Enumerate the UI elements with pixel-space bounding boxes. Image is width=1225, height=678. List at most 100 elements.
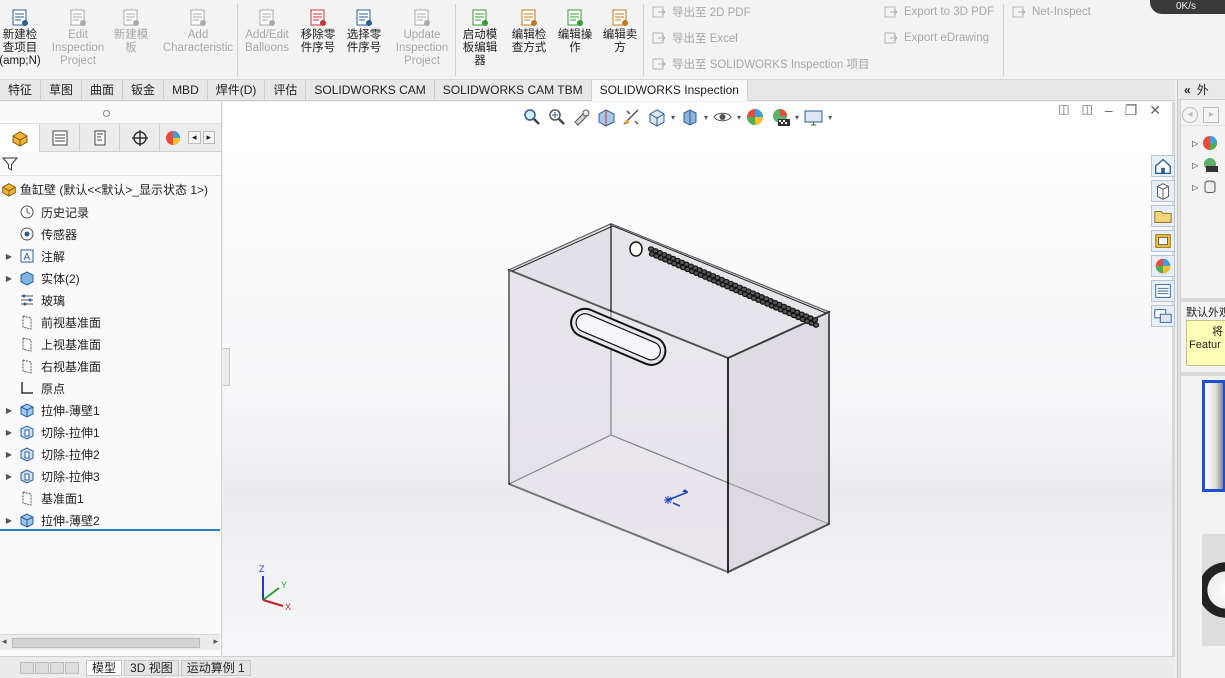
expand-arrow-icon[interactable]: ▶ bbox=[0, 450, 18, 459]
command-tab-2[interactable]: 曲面 bbox=[82, 80, 124, 101]
tab-scroll-left-button[interactable]: ◂ bbox=[188, 131, 201, 144]
task-pane-scrollbar[interactable] bbox=[1178, 100, 1181, 678]
scene-folder-item[interactable]: ▷ bbox=[1192, 154, 1225, 176]
extrude-icon bbox=[20, 403, 34, 418]
tree-item[interactable]: 玻璃 bbox=[0, 289, 65, 311]
tree-item-label: 切除-拉伸1 bbox=[41, 425, 100, 440]
ribbon-button-11[interactable]: 编辑卖方 bbox=[598, 8, 642, 76]
export-command-col1-0[interactable]: 导出至 2D PDF bbox=[652, 2, 751, 22]
graphics-area[interactable]: ▾ ▾ ▾ ▾ ▾ ◫ ◫ – ❐ ✕ Z Y X bbox=[223, 102, 1175, 656]
tree-item[interactable]: 历史记录 bbox=[0, 201, 89, 223]
first-tab-arrow-icon[interactable] bbox=[20, 661, 34, 674]
tree-item[interactable]: 右视基准面 bbox=[0, 355, 101, 377]
file-explorer-icon[interactable] bbox=[1151, 205, 1175, 227]
tree-item[interactable]: ▶ 切除-拉伸3 bbox=[0, 465, 100, 487]
command-tab-5[interactable]: 焊件(D) bbox=[208, 80, 266, 101]
export-command-col3-0[interactable]: Net-Inspect bbox=[1012, 2, 1091, 22]
appearance-thumbnail[interactable] bbox=[1202, 534, 1225, 646]
ribbon-button-2[interactable]: 新建模板 bbox=[106, 8, 156, 76]
ribbon-button-6[interactable]: 选择零 件序号 bbox=[340, 8, 388, 76]
command-tab-4[interactable]: MBD bbox=[164, 80, 208, 101]
decal-folder-item[interactable]: ▷ bbox=[1192, 176, 1225, 198]
tree-item[interactable]: ▶ 实体(2) bbox=[0, 267, 80, 289]
command-tab-8[interactable]: SOLIDWORKS CAM TBM bbox=[435, 80, 592, 101]
tree-item[interactable]: ▶ A 注解 bbox=[0, 245, 65, 267]
ribbon-button-0[interactable]: 新建检 查项目 (amp;N) bbox=[0, 8, 41, 76]
rollback-bar[interactable] bbox=[0, 529, 220, 531]
export-command-col2-0[interactable]: Export to 3D PDF bbox=[884, 2, 994, 22]
tree-item[interactable]: 传感器 bbox=[0, 223, 77, 245]
tree-item-label: 拉伸-薄壁1 bbox=[41, 403, 100, 418]
ribbon-button-1[interactable]: Edit Inspection Project bbox=[50, 8, 106, 76]
prev-tab-arrow-icon[interactable] bbox=[35, 661, 49, 674]
feature-manager-tab[interactable] bbox=[0, 124, 40, 152]
appearance-folder-item[interactable]: ▷ bbox=[1192, 132, 1225, 154]
export-command-col1-1[interactable]: 导出至 Excel bbox=[652, 28, 738, 48]
tree-item[interactable]: 基准面1 bbox=[0, 487, 84, 509]
tree-item[interactable]: 上视基准面 bbox=[0, 333, 101, 355]
forward-icon[interactable]: ▸ bbox=[1203, 107, 1220, 123]
solidworks-resources-icon[interactable] bbox=[1151, 155, 1175, 177]
custom-properties-icon[interactable] bbox=[1151, 280, 1175, 302]
export-command-col2-1[interactable]: Export eDrawing bbox=[884, 28, 989, 48]
tree-item[interactable]: ▶ 拉伸-薄壁2 bbox=[0, 509, 100, 531]
view-palette-icon[interactable] bbox=[1151, 230, 1175, 252]
tree-item[interactable]: ▶ 切除-拉伸2 bbox=[0, 443, 100, 465]
scroll-left-arrow-icon[interactable]: ◂ bbox=[2, 636, 7, 647]
bottom-tab-0[interactable]: 模型 bbox=[86, 659, 123, 676]
tab-scroll-right-button[interactable]: ▸ bbox=[202, 131, 216, 144]
display-manager-tab[interactable] bbox=[160, 124, 186, 152]
collapse-pane-icon[interactable]: « bbox=[1184, 83, 1191, 97]
property-manager-tab[interactable] bbox=[40, 124, 80, 152]
ribbon-button-label-line: 选择零 bbox=[346, 29, 382, 41]
tree-root-part[interactable]: 鱼缸壁 (默认<<默认>_显示状态 1>) bbox=[0, 179, 208, 199]
bottom-tab-1[interactable]: 3D 视图 bbox=[124, 659, 179, 676]
command-tab-9[interactable]: SOLIDWORKS Inspection bbox=[591, 80, 748, 101]
ribbon-button-9[interactable]: 编辑检 查方式 bbox=[507, 8, 551, 76]
fish-tank-model[interactable]: Z Y X bbox=[223, 102, 1175, 656]
dimxpert-manager-tab[interactable] bbox=[120, 124, 160, 152]
export-command-label: 导出至 Excel bbox=[672, 33, 738, 45]
command-tab-1[interactable]: 草图 bbox=[41, 80, 83, 101]
next-tab-arrow-icon[interactable] bbox=[50, 661, 64, 674]
last-tab-arrow-icon[interactable] bbox=[65, 661, 79, 674]
ribbon-button-7[interactable]: Update Inspection Project bbox=[392, 8, 452, 76]
back-icon[interactable]: ◂ bbox=[1182, 107, 1198, 123]
solidworks-forum-icon[interactable] bbox=[1151, 305, 1175, 327]
expand-arrow-icon[interactable]: ▶ bbox=[0, 252, 18, 261]
configuration-manager-tab[interactable] bbox=[80, 124, 120, 152]
export-command-label: Net-Inspect bbox=[1032, 6, 1091, 18]
export-icon bbox=[884, 32, 898, 44]
tree-item[interactable]: 原点 bbox=[0, 377, 65, 399]
scrollbar-thumb[interactable] bbox=[12, 638, 200, 648]
command-tab-0[interactable]: 特征 bbox=[0, 80, 42, 101]
ribbon-button-4[interactable]: Add/Edit Balloons bbox=[240, 8, 294, 76]
tree-filter-bar[interactable] bbox=[0, 152, 221, 176]
panel-collapse-handle[interactable] bbox=[223, 348, 230, 386]
expand-arrow-icon[interactable]: ▶ bbox=[0, 516, 18, 525]
ribbon-button-3[interactable]: Add Characteristic bbox=[160, 8, 236, 76]
command-tab-3[interactable]: 钣金 bbox=[123, 80, 165, 101]
command-tab-6[interactable]: 评估 bbox=[265, 80, 307, 101]
tree-item[interactable]: 前视基准面 bbox=[0, 311, 101, 333]
command-tab-7[interactable]: SOLIDWORKS CAM bbox=[306, 80, 435, 101]
expand-arrow-icon[interactable]: ▶ bbox=[0, 274, 18, 283]
ribbon-button-8[interactable]: 启动模 板编辑器 bbox=[458, 8, 502, 76]
appearance-thumbnail-selected[interactable] bbox=[1202, 380, 1225, 492]
tree-item[interactable]: ▶ 切除-拉伸1 bbox=[0, 421, 100, 443]
scroll-right-arrow-icon[interactable]: ▸ bbox=[213, 636, 218, 647]
bottom-tab-2[interactable]: 运动算例 1 bbox=[180, 659, 251, 676]
export-command-col1-2[interactable]: 导出至 SOLIDWORKS Inspection 项目 bbox=[652, 54, 869, 74]
tree-item[interactable]: ▶ 拉伸-薄壁1 bbox=[0, 399, 100, 421]
expand-arrow-icon[interactable]: ▶ bbox=[0, 472, 18, 481]
design-library-icon[interactable] bbox=[1151, 180, 1175, 202]
appearances-scenes-icon[interactable] bbox=[1151, 255, 1175, 277]
plane-icon bbox=[22, 359, 32, 374]
panel-grip[interactable] bbox=[0, 102, 221, 124]
expand-arrow-icon[interactable]: ▶ bbox=[0, 406, 18, 415]
ribbon-button-10[interactable]: 编辑操作 bbox=[553, 8, 597, 76]
tree-horizontal-scrollbar[interactable]: ◂ ▸ bbox=[0, 634, 220, 650]
ribbon-button-5[interactable]: 移除零 件序号 bbox=[296, 8, 340, 76]
expand-arrow-icon[interactable]: ▶ bbox=[0, 428, 18, 437]
filter-icon[interactable] bbox=[2, 156, 18, 172]
